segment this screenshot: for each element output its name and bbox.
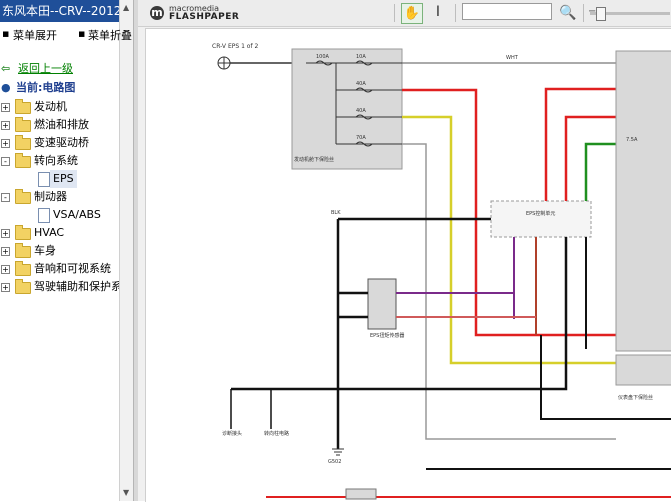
- tree-item-vsa-abs[interactable]: VSA/ABS: [0, 206, 119, 224]
- expander-plus-icon[interactable]: +: [1, 103, 10, 112]
- folder-open-icon: [15, 189, 31, 204]
- folder-icon: [15, 261, 31, 276]
- menu-collapse-button[interactable]: 菜单折叠: [88, 27, 132, 43]
- junction-label: 发动机舱下保险丝: [294, 156, 334, 163]
- brand-bottom: FLASHPAPER: [169, 12, 240, 22]
- tree-item-transaxle[interactable]: + 变速驱动桥: [0, 134, 119, 152]
- search-icon[interactable]: 🔍: [559, 4, 577, 22]
- svg-text:70A: 70A: [356, 135, 366, 141]
- dash-fuse-box: [615, 50, 671, 352]
- wire-gray: [402, 143, 616, 440]
- tree-item-label[interactable]: EPS: [50, 170, 77, 188]
- sidebar-scrollbar[interactable]: ▲ ▼: [119, 0, 133, 501]
- tree-item-eps[interactable]: EPS: [0, 170, 119, 188]
- hand-tool-button[interactable]: ✋: [401, 3, 423, 24]
- tree-item-label[interactable]: 音响和可视系统: [34, 260, 111, 278]
- menu-expand-button[interactable]: 菜单展开: [13, 27, 57, 43]
- scroll-down-icon[interactable]: ▼: [123, 488, 129, 497]
- tree-item-label[interactable]: 发动机: [34, 98, 67, 116]
- back-link[interactable]: 返回上一级: [18, 60, 73, 78]
- expander-plus-icon[interactable]: +: [1, 247, 10, 256]
- globe-icon: ●: [1, 81, 11, 94]
- svg-text:诊断接头: 诊断接头: [222, 430, 242, 437]
- svg-text:仪表盘下保险丝: 仪表盘下保险丝: [618, 394, 653, 401]
- tree-item-label[interactable]: 车身: [34, 242, 56, 260]
- back-link-row[interactable]: ⇦ 返回上一级: [0, 60, 119, 78]
- zoom-slider[interactable]: −: [588, 6, 670, 21]
- svg-text:40A: 40A: [356, 108, 366, 114]
- back-arrow-icon[interactable]: ⇦: [1, 60, 10, 78]
- document-icon: [38, 208, 50, 223]
- tree-item-steering[interactable]: - 转向系统: [0, 152, 119, 170]
- collapse-icon[interactable]: ▪: [78, 27, 85, 40]
- tree-item-label[interactable]: HVAC: [34, 224, 64, 242]
- sidebar: 东风本田--CRV--2012 ▲ ▼ ▪ 菜单展开 ▪ 菜单折叠 ⇦ 返回上一…: [0, 0, 133, 501]
- viewer: m macromedia FLASHPAPER ✋ I 🔍 − CR-V EPS…: [138, 0, 671, 502]
- folder-icon: [15, 135, 31, 150]
- tree-item-label[interactable]: VSA/ABS: [53, 206, 101, 224]
- scroll-up-icon[interactable]: ▲: [123, 3, 129, 12]
- text-select-tool-button[interactable]: I: [428, 3, 448, 22]
- wire-yellow: [402, 115, 616, 365]
- sidebar-title: 东风本田--CRV--2012: [0, 0, 121, 22]
- expander-plus-icon[interactable]: +: [1, 139, 10, 148]
- svg-text:100A: 100A: [316, 54, 330, 60]
- tree-item-hvac[interactable]: + HVAC: [0, 224, 119, 242]
- tree-item-body[interactable]: + 车身: [0, 242, 119, 260]
- toolbar-separator: [455, 4, 456, 22]
- tree-item-driver-assist[interactable]: + 驾驶辅助和保护系: [0, 278, 119, 296]
- svg-text:10A: 10A: [356, 54, 366, 60]
- tree-item-audio[interactable]: + 音响和可视系统: [0, 260, 119, 278]
- expander-plus-icon[interactable]: +: [1, 229, 10, 238]
- svg-text:G502: G502: [328, 459, 341, 465]
- torque-sensor: [367, 278, 397, 330]
- zoom-slider-thumb[interactable]: [596, 7, 606, 21]
- svg-text:EPS扭矩传感器: EPS扭矩传感器: [370, 332, 404, 339]
- eps-control-unit: [490, 200, 592, 238]
- wire-green: [584, 142, 616, 201]
- tree-item-brakes[interactable]: - 制动器: [0, 188, 119, 206]
- folder-open-icon: [15, 153, 31, 168]
- tree-item-fuel[interactable]: + 燃油和排放: [0, 116, 119, 134]
- current-location: ● 当前:电路图: [0, 79, 119, 97]
- tree-item-label[interactable]: 制动器: [34, 188, 67, 206]
- menu-toolbar: ▪ 菜单展开 ▪ 菜单折叠: [0, 24, 132, 44]
- tree-item-label[interactable]: 燃油和排放: [34, 116, 89, 134]
- document-icon: [38, 172, 50, 187]
- expand-icon[interactable]: ▪: [2, 27, 9, 40]
- ground-symbol: [332, 448, 344, 456]
- svg-text:EPS控制单元: EPS控制单元: [526, 210, 555, 217]
- svg-text:转向柱电路: 转向柱电路: [264, 430, 289, 437]
- tree-item-engine[interactable]: + 发动机: [0, 98, 119, 116]
- expander-plus-icon[interactable]: +: [1, 121, 10, 130]
- folder-icon: [15, 117, 31, 132]
- tree-item-label[interactable]: 转向系统: [34, 152, 78, 170]
- search-input[interactable]: [462, 3, 552, 20]
- folder-icon: [15, 99, 31, 114]
- expander-minus-icon[interactable]: -: [1, 157, 10, 166]
- expander-minus-icon[interactable]: -: [1, 193, 10, 202]
- svg-text:40A: 40A: [356, 81, 366, 87]
- flashpaper-logo: m macromedia FLASHPAPER: [150, 4, 260, 22]
- macromedia-logo-icon: m: [150, 6, 164, 20]
- underhood-fuse-box: [291, 48, 403, 170]
- folder-icon: [15, 225, 31, 240]
- diagram-header: CR-V EPS 1 of 2: [212, 43, 258, 50]
- toolbar-separator: [583, 4, 584, 22]
- svg-text:BLK: BLK: [331, 210, 341, 216]
- current-location-label: 当前:电路图: [16, 81, 76, 94]
- document-canvas[interactable]: CR-V EPS 1 of 2 发动机舱下保险丝 100A 10A 40A 40…: [145, 28, 671, 502]
- tree-item-label[interactable]: 驾驶辅助和保护系: [34, 278, 119, 296]
- toolbar-separator: [394, 4, 395, 22]
- viewer-toolbar: m macromedia FLASHPAPER ✋ I 🔍 −: [138, 0, 671, 27]
- tree-item-label[interactable]: 变速驱动桥: [34, 134, 89, 152]
- folder-icon: [15, 279, 31, 294]
- wiring-diagram: CR-V EPS 1 of 2 发动机舱下保险丝 100A 10A 40A 40…: [212, 43, 671, 500]
- expander-plus-icon[interactable]: +: [1, 265, 10, 274]
- expander-plus-icon[interactable]: +: [1, 283, 10, 292]
- svg-text:WHT: WHT: [506, 55, 519, 61]
- folder-icon: [15, 243, 31, 258]
- svg-text:7.5A: 7.5A: [626, 137, 638, 143]
